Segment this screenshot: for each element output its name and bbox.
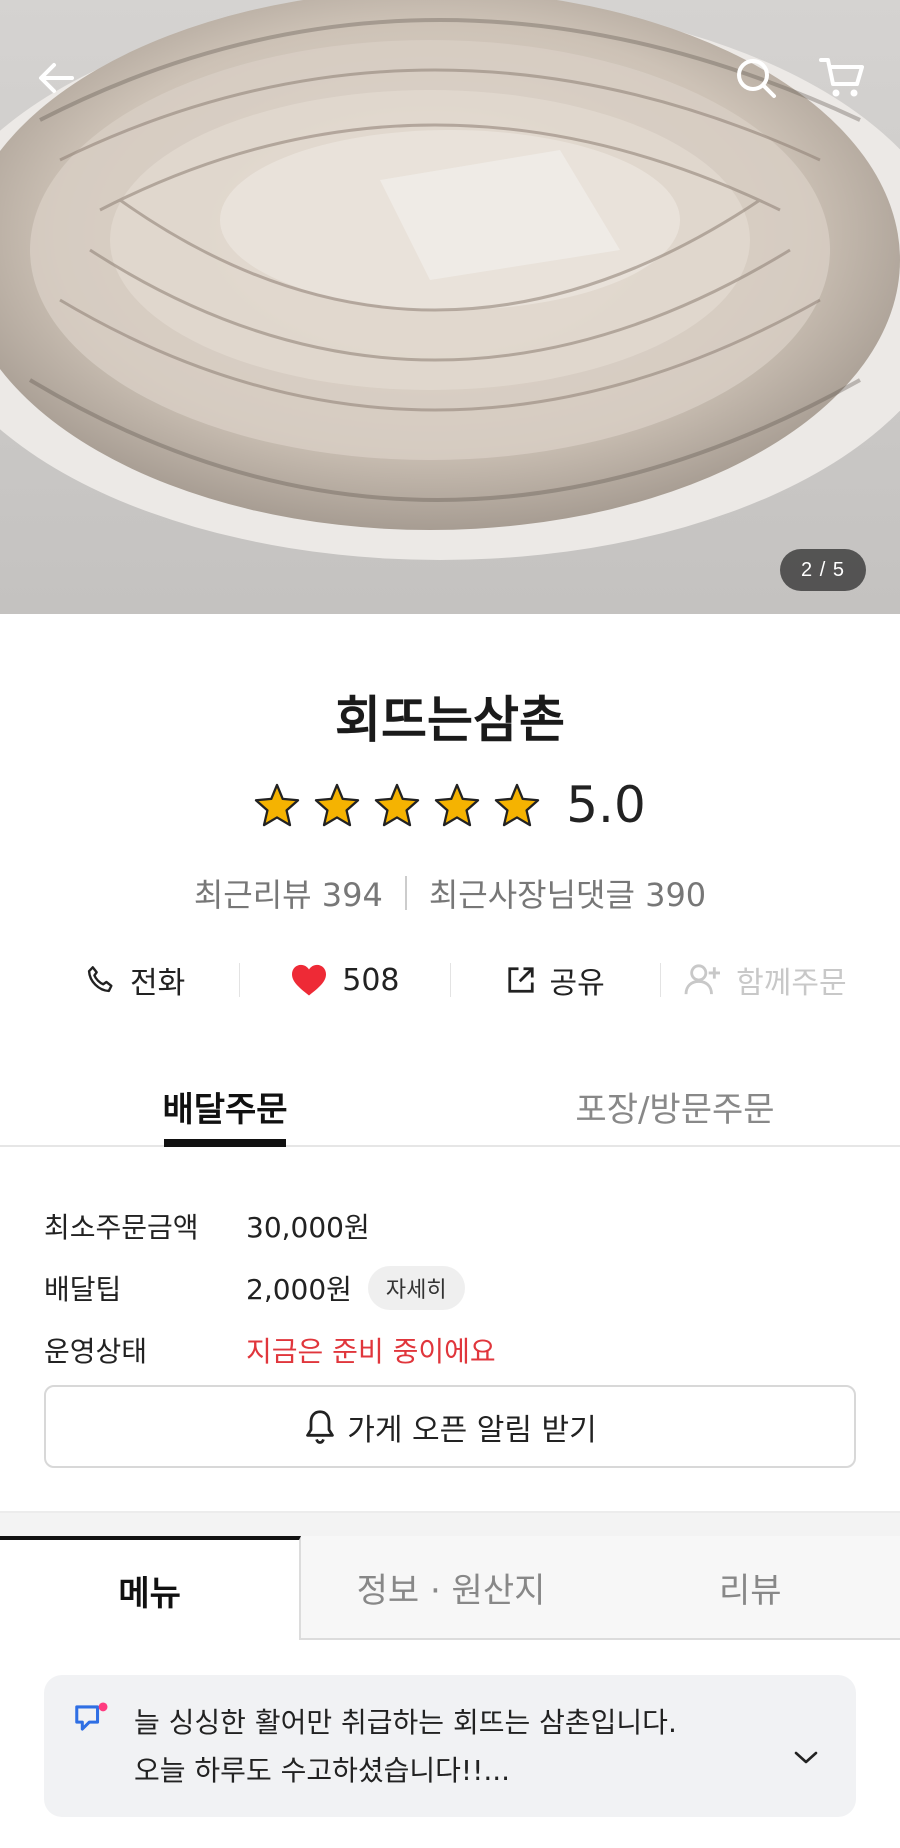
delivery-tip-label: 배달팁 bbox=[44, 1273, 122, 1306]
phone-icon bbox=[87, 966, 113, 993]
notice-line-1: 늘 싱싱한 활어만 취급하는 회뜨는 삼촌입니다. bbox=[134, 1706, 677, 1739]
group-order-label: 함께주문 bbox=[736, 966, 847, 1001]
star-icon bbox=[495, 783, 540, 827]
cart-icon bbox=[819, 58, 864, 97]
store-actions: 전화 508 공유 함께주문 bbox=[30, 950, 870, 1010]
search-icon bbox=[737, 59, 776, 98]
tab-delivery[interactable]: 배달주문 bbox=[0, 1060, 450, 1147]
tab-label: 포장/방문주문 bbox=[575, 1090, 775, 1130]
chevron-down-icon bbox=[794, 1751, 818, 1764]
like-button[interactable]: 508 bbox=[240, 963, 449, 998]
min-order-label: 최소주문금액 bbox=[44, 1211, 199, 1244]
notice-icon-wrap bbox=[74, 1699, 134, 1817]
rating-score: 5.0 bbox=[566, 776, 646, 834]
delivery-tip-value: 2,000원 bbox=[246, 1273, 352, 1306]
tab-reviews[interactable]: 리뷰 bbox=[601, 1536, 900, 1638]
star-icon bbox=[375, 783, 420, 827]
order-type-tabs: 배달주문 포장/방문주문 bbox=[0, 1060, 900, 1147]
search-button[interactable] bbox=[724, 46, 788, 110]
share-label: 공유 bbox=[549, 966, 605, 1001]
owner-notice[interactable]: 늘 싱싱한 활어만 취급하는 회뜨는 삼촌입니다. 오늘 하루도 수고하셨습니다… bbox=[44, 1675, 856, 1817]
divider bbox=[404, 876, 407, 910]
store-name: 회뜨는삼촌 bbox=[335, 691, 565, 749]
notice-text: 늘 싱싱한 활어만 취급하는 회뜨는 삼촌입니다. 오늘 하루도 수고하셨습니다… bbox=[134, 1699, 786, 1817]
rating-stars bbox=[254, 783, 540, 827]
add-user-icon bbox=[684, 964, 721, 995]
phone-button[interactable]: 전화 bbox=[30, 958, 239, 1002]
image-counter: 2 / 5 bbox=[780, 549, 866, 591]
cart-button[interactable] bbox=[810, 46, 874, 110]
min-order-value: 30,000원 bbox=[246, 1211, 370, 1244]
share-button[interactable]: 공유 bbox=[451, 958, 660, 1002]
rating-row: 5.0 bbox=[0, 776, 900, 834]
tab-info-origin[interactable]: 정보 · 원산지 bbox=[301, 1536, 600, 1638]
tab-pickup[interactable]: 포장/방문주문 bbox=[450, 1060, 900, 1145]
content-tabs: 메뉴 정보 · 원산지 리뷰 bbox=[0, 1536, 900, 1640]
share-icon bbox=[507, 967, 534, 993]
announcement-icon bbox=[75, 1702, 108, 1731]
recent-reviews-link[interactable]: 최근리뷰 394 bbox=[194, 870, 383, 916]
star-icon bbox=[435, 783, 480, 827]
arrow-left-icon bbox=[39, 63, 74, 93]
tab-label: 배달주문 bbox=[162, 1090, 288, 1130]
expand-button[interactable] bbox=[786, 1699, 826, 1817]
bell-icon bbox=[306, 1409, 335, 1444]
heart-icon bbox=[292, 964, 327, 996]
group-order-button[interactable]: 함께주문 bbox=[661, 958, 870, 1002]
phone-label: 전화 bbox=[130, 966, 186, 1001]
review-summary: 최근리뷰 394 최근사장님댓글 390 bbox=[0, 870, 900, 916]
status-value: 지금은 준비 중이에요 bbox=[246, 1335, 496, 1368]
back-button[interactable] bbox=[24, 46, 88, 110]
store-hero-image[interactable]: 2 / 5 bbox=[0, 0, 900, 614]
like-count: 508 bbox=[342, 962, 400, 998]
open-alarm-label: 가게 오픈 알림 받기 bbox=[347, 1412, 597, 1448]
delivery-tip-detail-button[interactable]: 자세히 bbox=[367, 1266, 465, 1310]
section-gap bbox=[0, 1511, 900, 1536]
min-order-row: 최소주문금액 30,000원 bbox=[44, 1195, 864, 1257]
delivery-info: 최소주문금액 30,000원 배달팁 2,000원 자세히 운영상태 지금은 준… bbox=[44, 1195, 864, 1381]
notice-line-2: 오늘 하루도 수고하셨습니다!!... bbox=[134, 1754, 511, 1787]
tab-menu[interactable]: 메뉴 bbox=[0, 1536, 302, 1640]
status-label: 운영상태 bbox=[44, 1335, 148, 1368]
active-tab-indicator bbox=[164, 1139, 286, 1147]
delivery-tip-row: 배달팁 2,000원 자세히 bbox=[44, 1257, 864, 1319]
status-row: 운영상태 지금은 준비 중이에요 bbox=[44, 1319, 864, 1381]
star-icon bbox=[255, 783, 300, 827]
owner-replies-link[interactable]: 최근사장님댓글 390 bbox=[429, 870, 706, 916]
open-alarm-button[interactable]: 가게 오픈 알림 받기 bbox=[44, 1385, 856, 1468]
star-icon bbox=[315, 783, 360, 827]
